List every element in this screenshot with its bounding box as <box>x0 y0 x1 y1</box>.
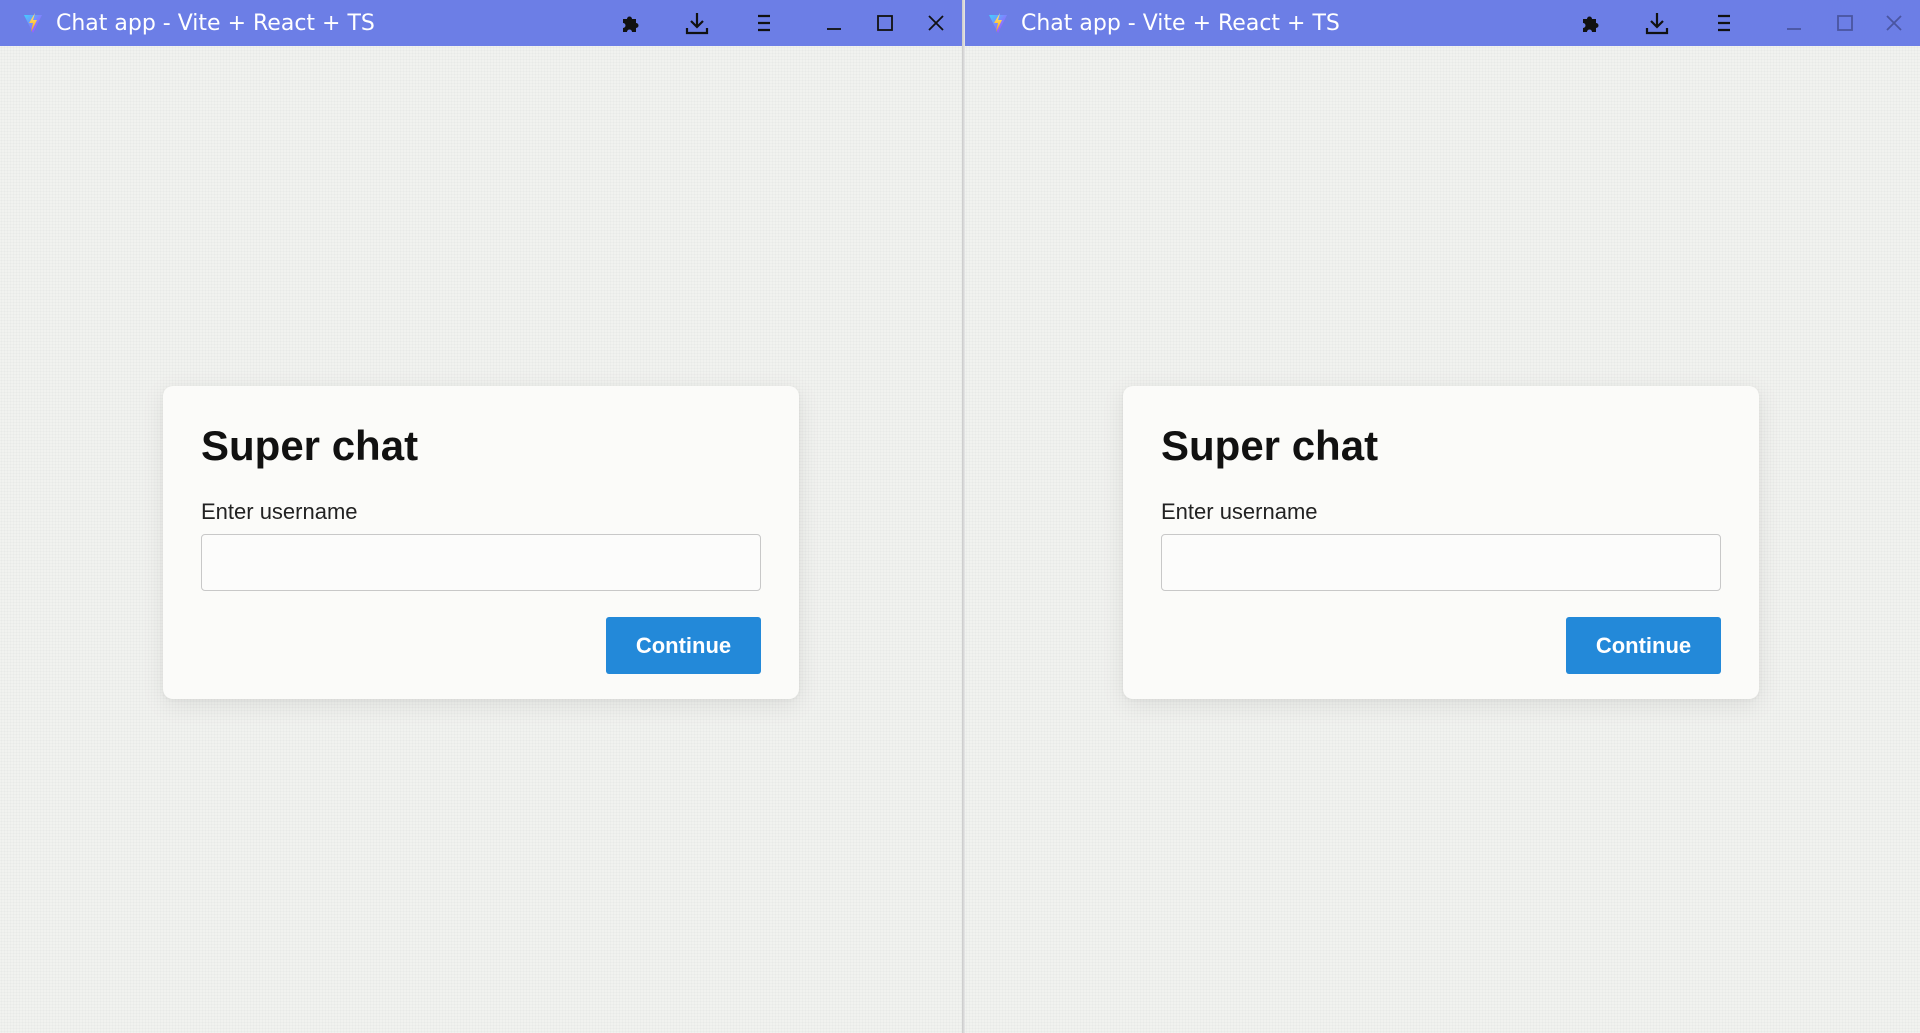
hamburger-icon <box>754 12 774 34</box>
close-button[interactable] <box>914 0 958 46</box>
maximize-button[interactable] <box>863 0 907 46</box>
maximize-button[interactable] <box>1823 0 1867 46</box>
username-input[interactable] <box>1161 534 1721 591</box>
vite-icon <box>987 12 1009 34</box>
minimize-icon <box>1784 13 1804 33</box>
username-label: Enter username <box>201 499 358 524</box>
extensions-button[interactable] <box>1569 0 1613 46</box>
login-card: Super chat Enter username Continue <box>163 386 799 699</box>
puzzle-icon <box>1579 11 1603 35</box>
continue-button[interactable]: Continue <box>1566 617 1721 674</box>
page-content: Super chat Enter username Continue <box>0 46 962 1033</box>
page-title: Super chat <box>1161 422 1379 469</box>
minimize-button[interactable] <box>812 0 856 46</box>
title-bar[interactable]: Chat app - Vite + React + TS <box>965 0 1920 46</box>
browser-window-right: Chat app - Vite + React + TS Super chat … <box>965 0 1920 1033</box>
close-icon <box>926 13 946 33</box>
minimize-button[interactable] <box>1772 0 1816 46</box>
download-icon <box>684 10 710 36</box>
download-icon <box>1644 10 1670 36</box>
minimize-icon <box>824 13 844 33</box>
close-icon <box>1884 13 1904 33</box>
downloads-button[interactable] <box>675 0 719 46</box>
menu-button[interactable] <box>742 0 786 46</box>
desktop: Chat app - Vite + React + TS Super chat … <box>0 0 1920 1033</box>
username-input[interactable] <box>201 534 761 591</box>
maximize-icon <box>1835 13 1855 33</box>
puzzle-icon <box>619 11 643 35</box>
menu-button[interactable] <box>1702 0 1746 46</box>
window-title: Chat app - Vite + React + TS <box>1021 10 1340 36</box>
browser-window-left: Chat app - Vite + React + TS Super chat … <box>0 0 962 1033</box>
close-button[interactable] <box>1872 0 1916 46</box>
hamburger-icon <box>1714 12 1734 34</box>
username-label: Enter username <box>1161 499 1318 524</box>
window-title: Chat app - Vite + React + TS <box>56 10 375 36</box>
extensions-button[interactable] <box>609 0 653 46</box>
login-card: Super chat Enter username Continue <box>1123 386 1759 699</box>
title-bar[interactable]: Chat app - Vite + React + TS <box>0 0 962 46</box>
downloads-button[interactable] <box>1635 0 1679 46</box>
continue-button[interactable]: Continue <box>606 617 761 674</box>
page-content: Super chat Enter username Continue <box>965 46 1920 1033</box>
vite-icon <box>22 12 44 34</box>
page-title: Super chat <box>201 422 419 469</box>
maximize-icon <box>875 13 895 33</box>
